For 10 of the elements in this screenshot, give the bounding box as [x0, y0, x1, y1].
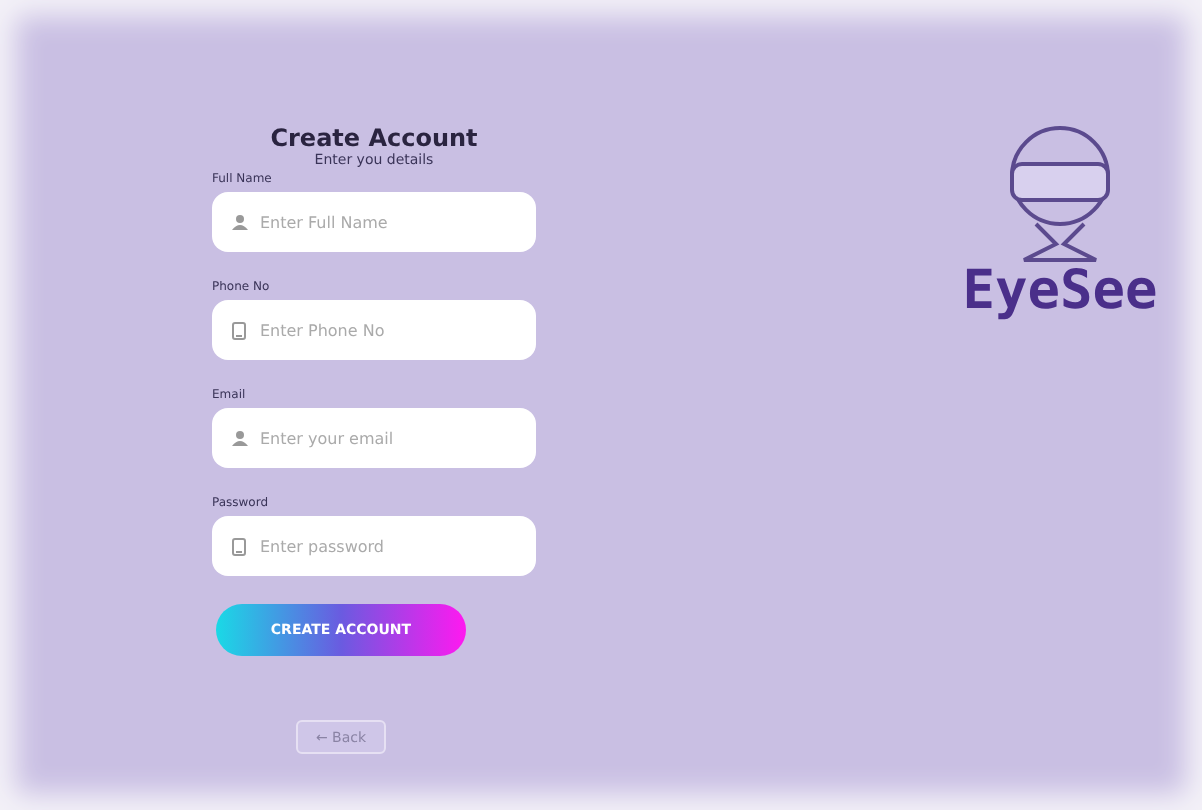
logo-text: EyeSee: [962, 264, 1158, 318]
person-icon: [232, 430, 248, 446]
form-title: Create Account: [268, 124, 480, 152]
input-field[interactable]: Enter password: [212, 516, 536, 576]
phone-icon: [232, 322, 246, 340]
input-field[interactable]: Enter your email: [212, 408, 536, 468]
input-field[interactable]: Enter Phone No: [212, 300, 536, 360]
input-field[interactable]: Enter Full Name: [212, 192, 536, 252]
person-icon: [232, 214, 248, 230]
phone-icon: [232, 538, 246, 556]
